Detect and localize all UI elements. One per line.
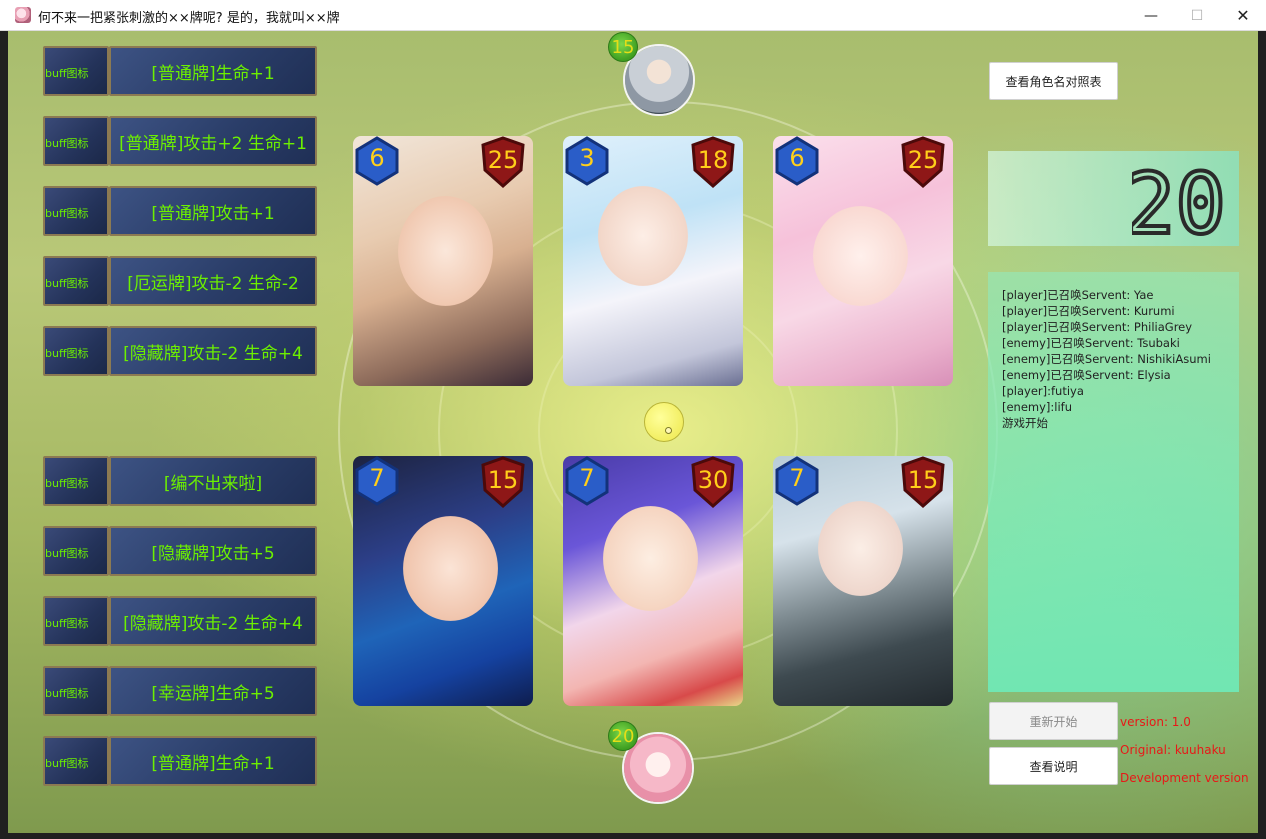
buff-label: [隐藏牌]攻击-2 生命+4 [109, 596, 317, 646]
card-health-icon: 25 [899, 136, 947, 188]
enemy-buff-row: buff图标 [普通牌]生命+1 [43, 46, 317, 96]
buff-icon: buff图标 [43, 456, 109, 506]
enemy-buff-row: buff图标 [厄运牌]攻击-2 生命-2 [43, 256, 317, 306]
card-health-icon: 25 [479, 136, 527, 188]
player-buff-row: buff图标 [隐藏牌]攻击+5 [43, 526, 317, 576]
buff-label: [厄运牌]攻击-2 生命-2 [109, 256, 317, 306]
dev-version-label: Development version [1120, 771, 1249, 785]
buff-label: [隐藏牌]攻击+5 [109, 526, 317, 576]
enemy-buff-row: buff图标 [普通牌]攻击+1 [43, 186, 317, 236]
enemy-buff-row: buff图标 [隐藏牌]攻击-2 生命+4 [43, 326, 317, 376]
close-button[interactable]: ✕ [1220, 0, 1266, 31]
game-board: buff图标 [普通牌]生命+1 buff图标 [普通牌]攻击+2 生命+1 b… [8, 31, 1258, 833]
log-line: [enemy]已召唤Servent: Tsubaki [1002, 336, 1180, 350]
card-cost: 6 [789, 144, 805, 172]
turn-indicator[interactable] [644, 402, 684, 442]
buff-label: [幸运牌]生命+5 [109, 666, 317, 716]
log-line: [player]:futiya [1002, 384, 1084, 398]
buff-label: [普通牌]攻击+2 生命+1 [109, 116, 317, 166]
card-cost-icon: 6 [353, 136, 401, 186]
buff-icon: buff图标 [43, 666, 109, 716]
window-title: 何不来一把紧张刺激的××牌呢? 是的，我就叫××牌 [38, 11, 340, 26]
enemy-buff-row: buff图标 [普通牌]攻击+2 生命+1 [43, 116, 317, 166]
log-line: [player]已召唤Servent: Kurumi [1002, 304, 1175, 318]
app-icon [15, 7, 31, 23]
buff-label: [隐藏牌]攻击-2 生命+4 [109, 326, 317, 376]
log-line: [enemy]:lifu [1002, 400, 1073, 414]
title-bar: 何不来一把紧张刺激的××牌呢? 是的，我就叫××牌 — ☐ ✕ [0, 0, 1266, 31]
name-table-button[interactable]: 查看角色名对照表 [989, 62, 1118, 100]
buff-icon: buff图标 [43, 46, 109, 96]
card-health-icon: 18 [689, 136, 737, 188]
version-label: version: 1.0 [1120, 715, 1191, 729]
enemy-card[interactable]: 6 25 [353, 136, 533, 386]
buff-icon: buff图标 [43, 116, 109, 166]
player-buff-row: buff图标 [隐藏牌]攻击-2 生命+4 [43, 596, 317, 646]
card-health: 15 [907, 466, 939, 494]
log-line: [player]已召唤Servent: Yae [1002, 288, 1154, 302]
buff-icon: buff图标 [43, 186, 109, 236]
player-buff-row: buff图标 [幸运牌]生命+5 [43, 666, 317, 716]
buff-icon: buff图标 [43, 526, 109, 576]
instructions-button[interactable]: 查看说明 [989, 747, 1118, 785]
buff-icon: buff图标 [43, 256, 109, 306]
player-buff-row: buff图标 [编不出来啦] [43, 456, 317, 506]
card-health: 30 [697, 466, 729, 494]
card-health-icon: 15 [899, 456, 947, 508]
card-cost: 6 [369, 144, 385, 172]
card-cost: 3 [579, 144, 595, 172]
maximize-button[interactable]: ☐ [1174, 0, 1220, 31]
card-health: 25 [907, 146, 939, 174]
card-health-icon: 15 [479, 456, 527, 508]
card-health: 18 [697, 146, 729, 174]
buff-label: [普通牌]生命+1 [109, 46, 317, 96]
buff-icon: buff图标 [43, 326, 109, 376]
player-buff-row: buff图标 [普通牌]生命+1 [43, 736, 317, 786]
buff-label: [普通牌]攻击+1 [109, 186, 317, 236]
card-cost: 7 [579, 464, 595, 492]
counter-display: 20 [1132, 159, 1227, 239]
turn-counter: 20 [988, 151, 1239, 246]
buff-label: [普通牌]生命+1 [109, 736, 317, 786]
enemy-card[interactable]: 3 18 [563, 136, 743, 386]
card-cost-icon: 7 [563, 456, 611, 506]
original-author-label: Original: kuuhaku [1120, 743, 1226, 757]
card-cost-icon: 7 [353, 456, 401, 506]
buff-icon: buff图标 [43, 736, 109, 786]
card-cost-icon: 7 [773, 456, 821, 506]
log-line: [player]已召唤Servent: PhiliaGrey [1002, 320, 1193, 334]
log-line: [enemy]已召唤Servent: Elysia [1002, 368, 1171, 382]
card-health-icon: 30 [689, 456, 737, 508]
player-card[interactable]: 7 15 [773, 456, 953, 706]
card-health: 25 [487, 146, 519, 174]
log-line: 游戏开始 [1002, 416, 1048, 430]
card-cost-icon: 6 [773, 136, 821, 186]
buff-label: [编不出来啦] [109, 456, 317, 506]
player-card[interactable]: 7 30 [563, 456, 743, 706]
restart-button[interactable]: 重新开始 [989, 702, 1118, 740]
game-log: [player]已召唤Servent: Yae [player]已召唤Serve… [988, 272, 1239, 692]
card-cost: 7 [789, 464, 805, 492]
enemy-card[interactable]: 6 25 [773, 136, 953, 386]
minimize-button[interactable]: — [1128, 0, 1174, 31]
player-level-badge: 20 [608, 721, 638, 751]
buff-icon: buff图标 [43, 596, 109, 646]
card-cost: 7 [369, 464, 385, 492]
player-card[interactable]: 7 15 [353, 456, 533, 706]
card-cost-icon: 3 [563, 136, 611, 186]
game-window: 何不来一把紧张刺激的××牌呢? 是的，我就叫××牌 — ☐ ✕ buff图标 [… [0, 0, 1266, 839]
card-health: 15 [487, 466, 519, 494]
enemy-level-badge: 15 [608, 32, 638, 62]
svg-text:20: 20 [1132, 159, 1226, 239]
log-line: [enemy]已召唤Servent: NishikiAsumi [1002, 352, 1211, 366]
